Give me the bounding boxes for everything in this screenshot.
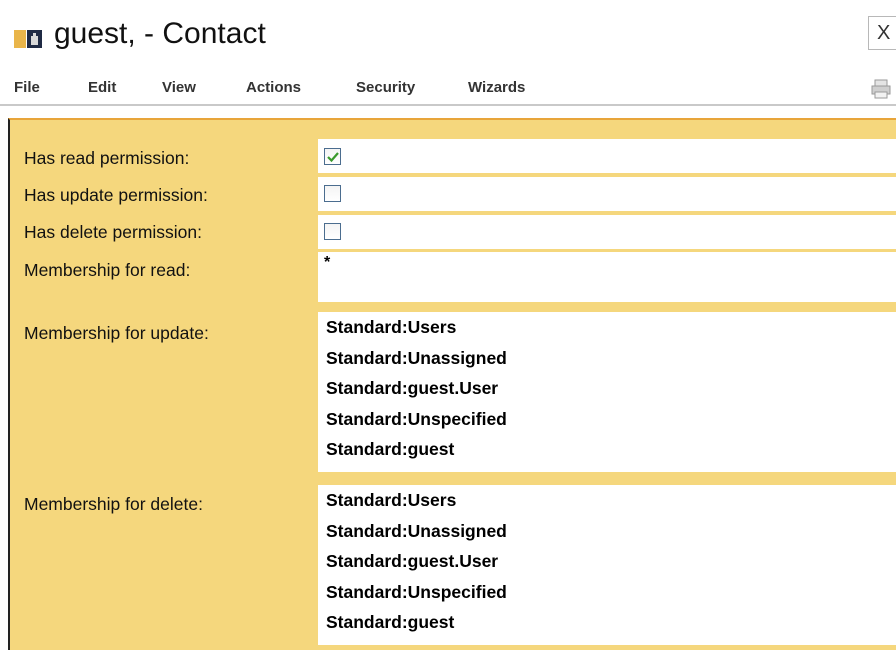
list-item: Standard:Users	[326, 490, 457, 510]
menu-edit[interactable]: Edit	[88, 78, 116, 98]
list-item: Standard:Unspecified	[326, 581, 507, 602]
menu-wizards[interactable]: Wizards	[468, 78, 525, 98]
update-permission-cell	[318, 177, 896, 211]
delete-permission-checkbox[interactable]	[324, 223, 341, 240]
permissions-panel: Has read permission: Has update permissi…	[8, 118, 896, 650]
membership-read-field[interactable]: *	[318, 252, 896, 302]
menu-view[interactable]: View	[162, 78, 196, 98]
list-item: Standard:Unspecified	[326, 408, 507, 429]
menu-actions[interactable]: Actions	[246, 78, 301, 98]
menu-security[interactable]: Security	[356, 78, 415, 98]
list-item: Standard:Unassigned	[326, 347, 507, 368]
list-item: Standard:guest	[326, 439, 455, 459]
printer-icon[interactable]	[870, 78, 892, 100]
read-permission-label: Has read permission:	[24, 148, 190, 168]
membership-delete-label: Membership for delete:	[24, 494, 203, 514]
contact-card-icon	[14, 28, 44, 50]
list-item: Standard:guest.User	[326, 551, 499, 571]
update-permission-checkbox[interactable]	[324, 185, 341, 202]
membership-update-list[interactable]: Standard:Users Standard:Unassigned Stand…	[318, 312, 896, 472]
delete-permission-cell	[318, 215, 896, 249]
membership-read-label: Membership for read:	[24, 260, 191, 280]
update-permission-label: Has update permission:	[24, 185, 208, 205]
membership-update-label: Membership for update:	[24, 323, 209, 343]
membership-read-value: *	[324, 254, 331, 271]
window-title: guest, - Contact	[54, 17, 266, 50]
list-item: Standard:Users	[326, 317, 457, 337]
list-item: Standard:guest.User	[326, 378, 499, 398]
delete-permission-label: Has delete permission:	[24, 222, 202, 242]
close-button[interactable]: X	[868, 16, 896, 50]
membership-delete-list[interactable]: Standard:Users Standard:Unassigned Stand…	[318, 485, 896, 645]
window-titlebar: guest, - Contact X	[0, 0, 896, 66]
read-permission-cell	[318, 139, 896, 173]
menu-file[interactable]: File	[14, 78, 40, 98]
list-item: Standard:Unassigned	[326, 520, 507, 541]
checkmark-icon	[327, 152, 339, 163]
read-permission-checkbox[interactable]	[324, 148, 341, 165]
menu-bar: File Edit View Actions Security Wizards	[0, 72, 896, 106]
list-item: Standard:guest	[326, 612, 455, 632]
